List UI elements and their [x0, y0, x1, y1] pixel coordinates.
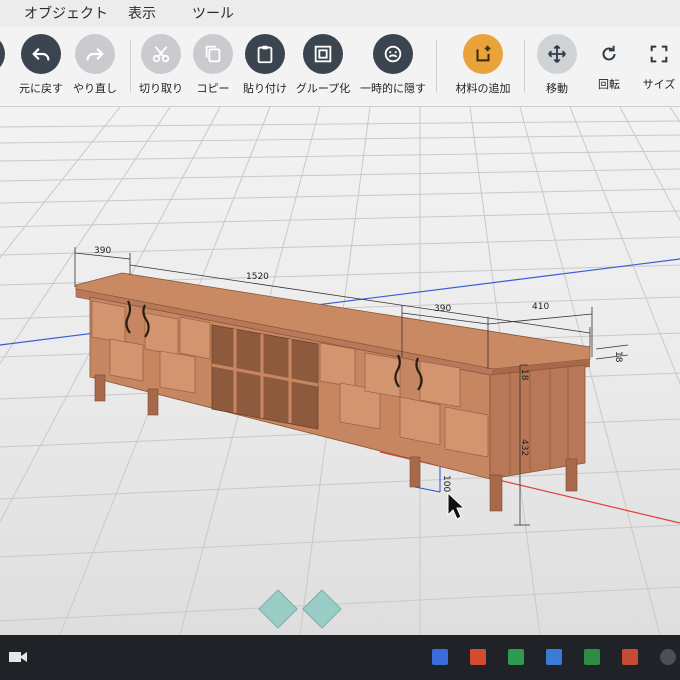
redo-button[interactable]: やり直し [60, 34, 130, 96]
add-material-label: 材料の追加 [455, 82, 511, 95]
taskbar-app-icon[interactable] [432, 649, 448, 665]
taskbar-app-icon[interactable] [508, 649, 524, 665]
resize-icon [650, 45, 668, 63]
size-button[interactable]: サイズ [624, 34, 680, 92]
group-button[interactable]: グループ化 [288, 34, 358, 96]
tv-board-model[interactable] [75, 272, 591, 512]
app-window: オブジェクト 表示 ツール 元に戻す やり直し 切り取り コピー 貼り付け グル… [0, 0, 680, 680]
redo-label: やり直し [73, 82, 117, 95]
partial-icon [0, 34, 5, 74]
taskbar-app-icon[interactable] [660, 649, 676, 665]
rotate-icon [602, 45, 616, 61]
hide-label: 一時的に隠す [360, 82, 426, 95]
scene-canvas: 390 1520 390 410 18 100 432 18 [0, 107, 680, 635]
toolbar-divider [436, 40, 437, 92]
dim-total-length: 1520 [246, 272, 269, 282]
taskbar [0, 635, 680, 680]
camera-icon[interactable] [8, 649, 28, 665]
dim-left-width: 390 [94, 246, 111, 256]
dim-depth: 410 [532, 302, 549, 312]
undo-icon [32, 48, 50, 61]
scissors-icon [152, 46, 170, 63]
hide-button[interactable]: 一時的に隠す [358, 34, 428, 96]
taskbar-app-icon[interactable] [546, 649, 562, 665]
toolbar: 元に戻す やり直し 切り取り コピー 貼り付け グループ化 一時的に隠す 材料の… [0, 26, 680, 107]
taskbar-app-icon[interactable] [584, 649, 600, 665]
menu-view[interactable]: 表示 [128, 3, 156, 23]
group-label: グループ化 [295, 82, 351, 95]
clipboard-icon [257, 45, 273, 64]
mouse-cursor-icon [447, 491, 466, 520]
move-arrows-icon [548, 45, 566, 63]
face-hide-icon [384, 45, 402, 63]
copy-icon [205, 45, 221, 63]
dim-right-width: 390 [434, 304, 451, 314]
menu-object[interactable]: オブジェクト [24, 3, 108, 23]
menu-tools[interactable]: ツール [192, 3, 234, 23]
menu-bar: オブジェクト 表示 ツール [0, 0, 680, 26]
3d-viewport[interactable]: 390 1520 390 410 18 100 432 18 [0, 107, 680, 635]
dim-body-height: 432 [519, 439, 529, 456]
add-material-button[interactable]: 材料の追加 [448, 34, 518, 96]
taskbar-app-icon[interactable] [622, 649, 638, 665]
add-material-icon [476, 45, 491, 62]
size-label: サイズ [642, 78, 676, 91]
group-icon [314, 45, 332, 63]
redo-icon [86, 48, 104, 61]
dim-side-thickness: 18 [519, 369, 529, 381]
taskbar-app-icon[interactable] [470, 649, 486, 665]
dim-leg-height: 100 [441, 475, 451, 492]
dim-top-thickness: 18 [613, 351, 623, 363]
